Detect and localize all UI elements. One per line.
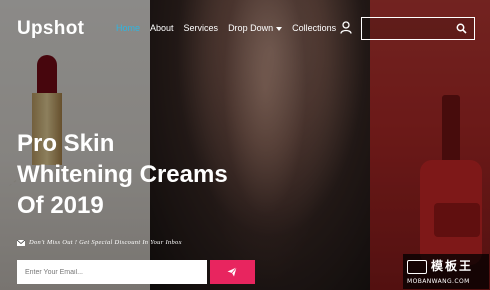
search-icon[interactable] (456, 23, 467, 34)
site-header: Upshot Home About Services Drop Down Col… (0, 0, 490, 56)
hero-title: Pro Skin Whitening Creams Of 2019 (17, 128, 267, 221)
promo-line: Don't Miss Out ! Get Special Discount In… (17, 239, 182, 246)
site-logo[interactable]: Upshot (17, 18, 84, 40)
watermark-logo-icon (407, 260, 427, 274)
nav-item-about[interactable]: About (150, 23, 174, 33)
hero-title-line: Pro Skin (17, 130, 115, 157)
watermark-subtitle: MOBANWANG.COM (407, 278, 470, 285)
hero-title-line: Of 2019 (17, 192, 104, 219)
nav-item-drop-down[interactable]: Drop Down (228, 23, 283, 33)
caret-down-icon (276, 26, 283, 31)
user-icon[interactable] (340, 21, 352, 34)
hero-title-line: Whitening Creams (17, 161, 228, 188)
nav-item-drop-down-label: Drop Down (228, 23, 274, 33)
envelope-icon (17, 239, 25, 246)
nav-item-collections[interactable]: Collections (292, 23, 336, 33)
watermark-title: 模板王 (431, 259, 474, 273)
paper-plane-icon (227, 267, 237, 277)
search-input[interactable] (361, 17, 475, 40)
subscribe-button[interactable] (210, 260, 255, 284)
email-field[interactable] (17, 260, 207, 284)
nav-item-home[interactable]: Home (116, 23, 140, 33)
main-nav: Home About Services Drop Down Collection… (116, 23, 346, 33)
watermark: 模板王 MOBANWANG.COM (403, 254, 489, 289)
promo-text: Don't Miss Out ! Get Special Discount In… (29, 239, 182, 246)
nav-item-services[interactable]: Services (184, 23, 219, 33)
